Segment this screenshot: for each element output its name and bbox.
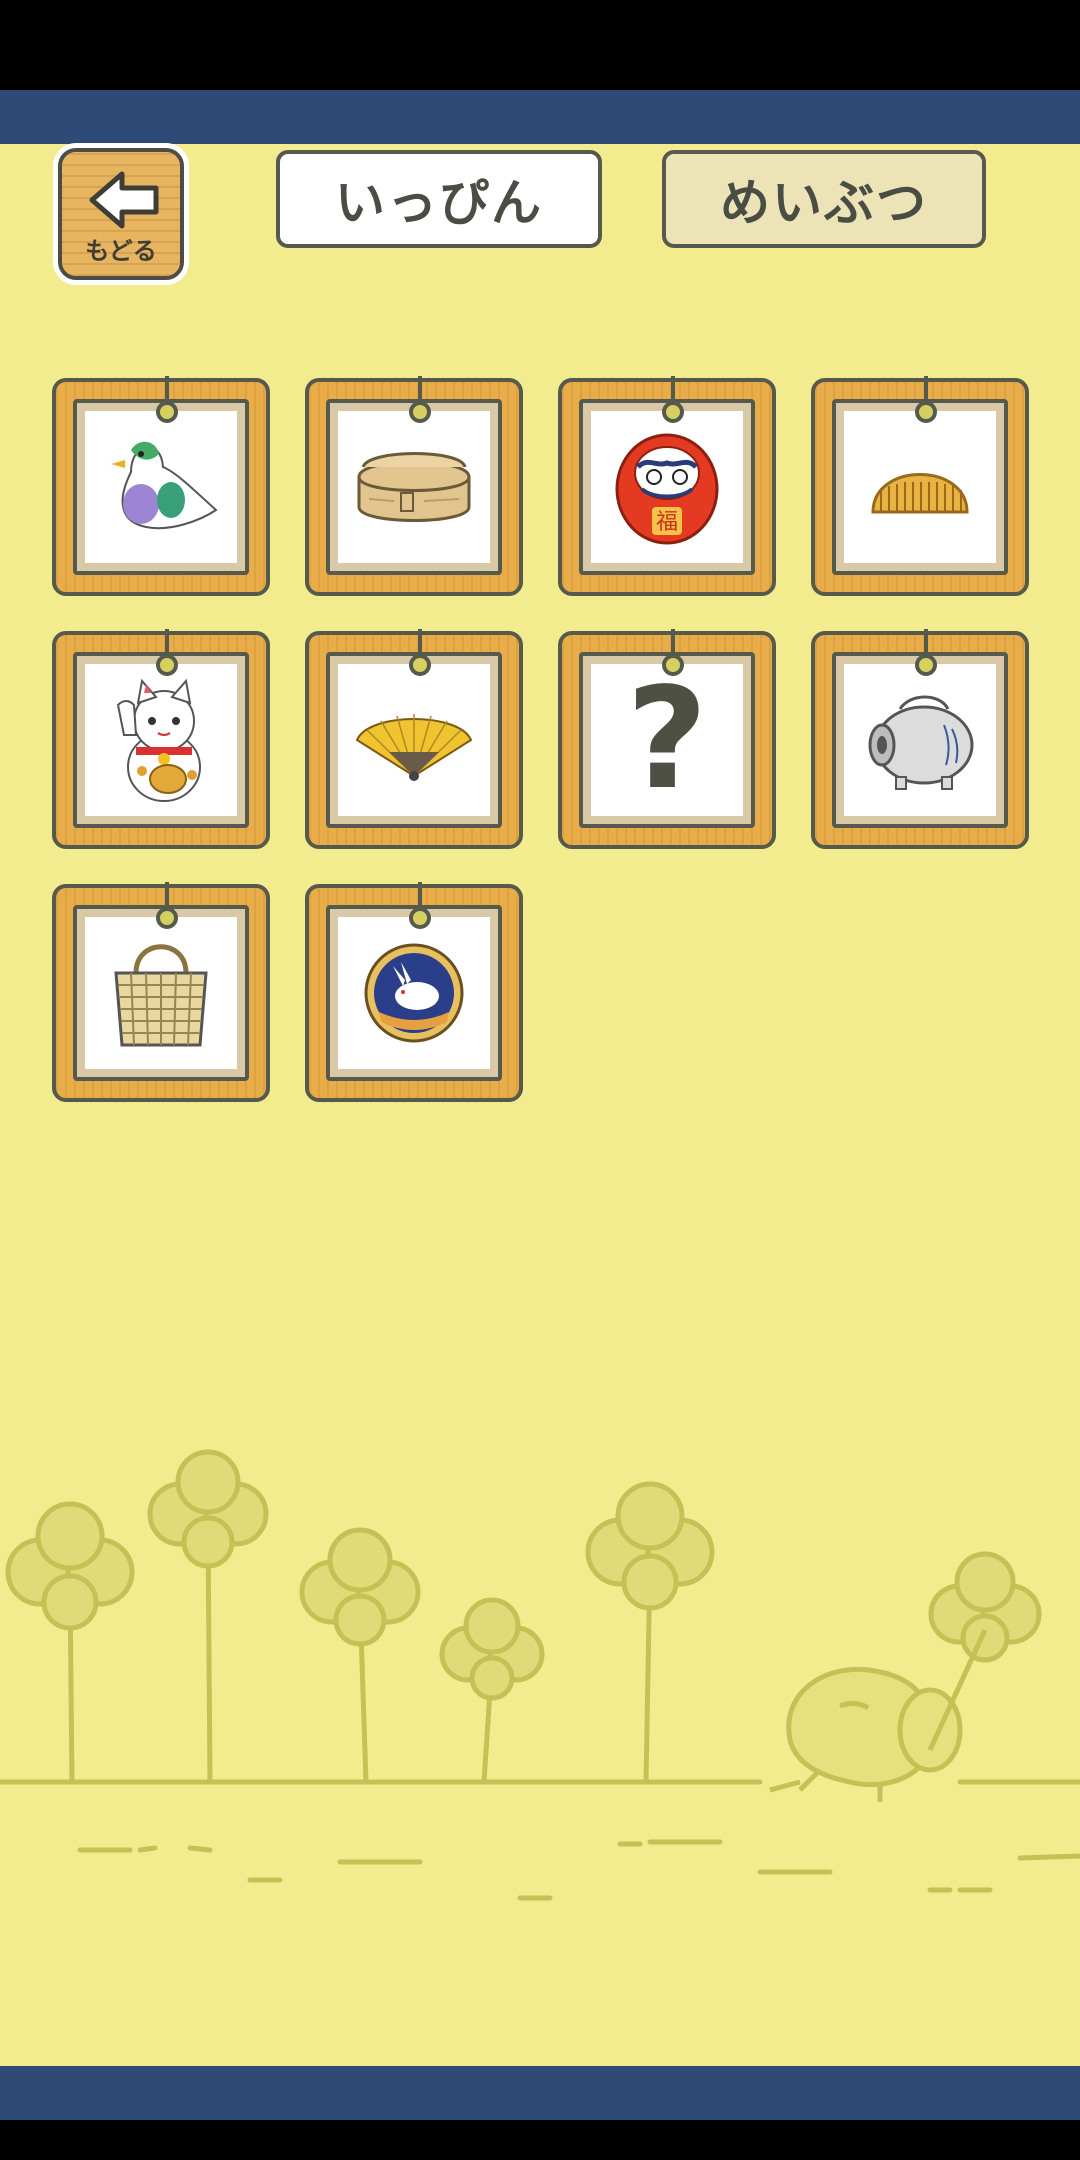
pigeon-whistle-icon <box>111 441 218 530</box>
clover-1 <box>5 1501 135 1631</box>
hook-icon <box>409 376 431 423</box>
item-card: 福 <box>591 411 743 563</box>
rabbit-plate-icon <box>364 943 464 1043</box>
left-arrow-icon <box>89 171 159 229</box>
status-bar <box>0 0 1080 90</box>
clover-3 <box>299 1527 421 1647</box>
hook-icon <box>156 882 178 929</box>
item-card <box>844 411 996 563</box>
item-slot-unknown[interactable]: ? <box>558 629 776 849</box>
item-slot-woven-basket[interactable] <box>52 882 270 1102</box>
item-card <box>844 664 996 816</box>
hook-icon <box>156 629 178 676</box>
folding-fan-icon <box>355 714 473 781</box>
hook-icon <box>662 376 684 423</box>
tab-ippin[interactable]: いっぴん <box>276 150 602 248</box>
item-card: ? <box>591 664 743 816</box>
item-slot-comb[interactable] <box>811 376 1029 596</box>
item-card <box>85 411 237 563</box>
hook-icon <box>409 882 431 929</box>
item-card <box>338 411 490 563</box>
woven-basket-icon <box>114 944 208 1047</box>
item-slot-daruma[interactable]: 福 <box>558 376 776 596</box>
item-card <box>338 917 490 1069</box>
item-slot-pigeon-whistle[interactable] <box>52 376 270 596</box>
clover-field-illustration <box>0 1449 1080 1901</box>
top-band <box>0 90 1080 144</box>
mosquito-coil-pig-icon <box>868 695 974 790</box>
navigation-bar <box>0 2120 1080 2160</box>
item-slot-folding-fan[interactable] <box>305 629 523 849</box>
item-slot-maneki-neko[interactable] <box>52 629 270 849</box>
hook-icon <box>409 629 431 676</box>
item-card <box>85 917 237 1069</box>
hook-icon <box>156 376 178 423</box>
tab-meibutsu[interactable]: めいぶつ <box>662 150 986 248</box>
item-slot-mosquito-coil-pig[interactable] <box>811 629 1029 849</box>
hook-icon <box>915 376 937 423</box>
clover-5 <box>585 1481 715 1611</box>
hook-icon <box>915 629 937 676</box>
comb-icon <box>871 473 969 514</box>
frog-illustration <box>769 1628 988 1802</box>
bottom-band <box>0 2066 1080 2120</box>
app-screen: もどる いっぴん めいぶつ 福 ? <box>0 0 1080 2160</box>
bento-box-icon <box>357 452 471 522</box>
item-card <box>338 664 490 816</box>
clover-2 <box>147 1449 269 1569</box>
item-slot-bento-box[interactable] <box>305 376 523 596</box>
item-card <box>85 664 237 816</box>
daruma-icon: 福 <box>615 433 719 545</box>
item-slot-rabbit-plate[interactable] <box>305 882 523 1102</box>
back-button-label: もどる <box>85 237 157 265</box>
maneki-neko-icon <box>116 678 201 802</box>
question-mark-icon: ? <box>626 658 708 821</box>
clover-4 <box>439 1597 545 1701</box>
clover-6 <box>928 1551 1042 1663</box>
svg-text:福: 福 <box>656 510 678 535</box>
back-button[interactable]: もどる <box>58 148 184 280</box>
hook-icon <box>662 629 684 676</box>
